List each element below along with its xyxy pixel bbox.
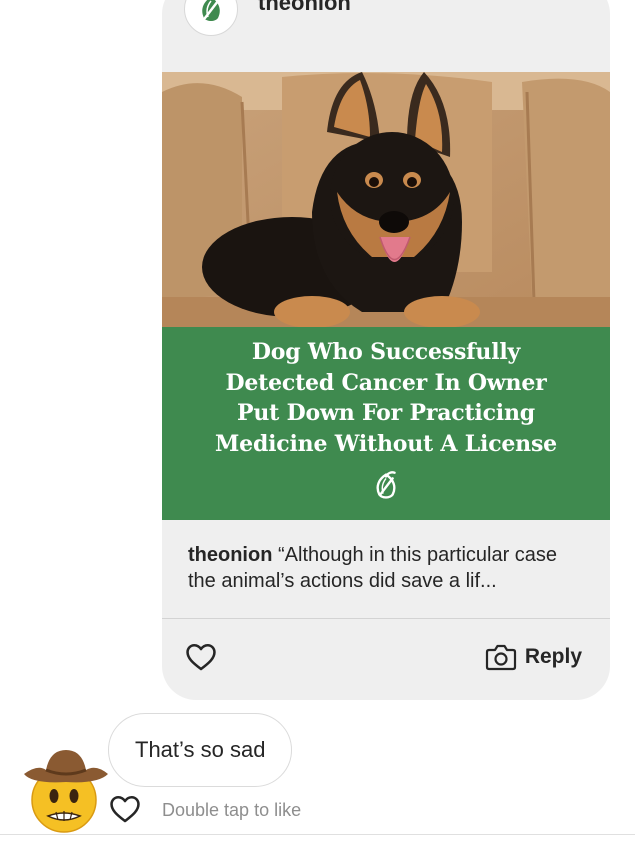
headline-line: Detected Cancer In Owner <box>225 369 547 396</box>
reply-button[interactable]: Reply <box>485 642 582 672</box>
headline-text: Dog Who Successfully Detected Cancer In … <box>162 327 610 459</box>
onion-logo-avatar[interactable] <box>184 0 238 36</box>
post-username[interactable]: theonion <box>258 0 351 16</box>
message-bubble[interactable]: That’s so sad <box>108 713 293 787</box>
headline-line: Dog Who Successfully <box>251 339 521 365</box>
headline-line: Medicine Without A License <box>215 430 557 457</box>
post-photo-puppy[interactable] <box>162 72 610 327</box>
heart-outline-icon <box>186 643 216 671</box>
headline-line: Put Down For Practicing <box>237 400 535 426</box>
divider <box>0 834 635 835</box>
heart-outline-icon <box>110 795 140 823</box>
sender-avatar[interactable] <box>18 744 114 836</box>
cowboy-face-emoji <box>24 750 108 833</box>
divider <box>162 618 610 619</box>
puppy-image <box>162 72 610 327</box>
caption-username[interactable]: theonion <box>188 544 272 566</box>
like-button[interactable] <box>184 640 218 674</box>
double-tap-hint: Double tap to like <box>162 800 302 820</box>
onion-logo-icon <box>202 0 220 21</box>
onion-logo-icon <box>376 471 396 499</box>
reply-label: Reply <box>524 645 582 668</box>
headline-banner[interactable]: Dog Who Successfully Detected Cancer In … <box>162 327 610 520</box>
message-text: That’s so sad <box>135 737 266 762</box>
post-caption[interactable]: theonion “Although in this particular ca… <box>188 542 588 594</box>
camera-icon <box>485 644 516 671</box>
post-header: theonion <box>162 0 610 52</box>
message-like-button[interactable] <box>108 792 142 826</box>
shared-post-card[interactable]: theonion Dog Who Successfully Detected C… <box>162 0 610 700</box>
